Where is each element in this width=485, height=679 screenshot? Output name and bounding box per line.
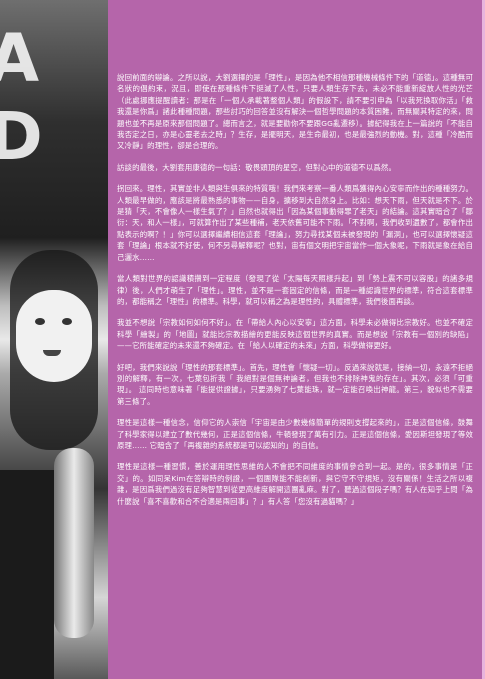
- cover-photo: AD: [0, 0, 108, 679]
- photo-eye-left: [35, 318, 45, 325]
- photo-arm: [54, 448, 94, 638]
- photo-face: [16, 290, 92, 382]
- paragraph: 理性是這樣一種信念，信仰它的人崇信「宇宙是由少數幾條簡單的規則支撐起來的」，正是…: [117, 418, 473, 450]
- photo-coat: [0, 470, 54, 679]
- paragraph: 好吧，我們來說說「理性的那套標準」。首先，理性會「懷疑一切」。反過來說就是，接納…: [117, 362, 473, 406]
- paragraph: 訪談的最後，大劉套用康德的一句話：敬畏頭頂的星空，但對心中的道德不以爲然。: [117, 162, 397, 172]
- shirt-print-graphic: AD: [0, 20, 45, 175]
- paragraph: 我並不想說「宗教如何如何不好」。在「帶給人內心以安寧」這方面，科學未必做得比宗教…: [117, 318, 473, 351]
- article-body: 說回前面的辯論。之所以說，大劉選擇的是「理性」，是因為他不相信那種機械條件下的「…: [117, 72, 473, 517]
- paragraph: 理性是這樣一種習慣，善於運用理性思維的人不會把不同維度的事情參合到一起。是的，很…: [117, 462, 473, 506]
- photo-eye-right: [62, 318, 72, 325]
- paragraph: 當人類對世界的認識積攢到一定程度（發現了從「太陽每天照樣升起」到「勢上震不可以容…: [117, 274, 473, 306]
- paragraph: 說回前面的辯論。之所以說，大劉選擇的是「理性」，是因為他不相信那種機械條件下的「…: [117, 73, 473, 151]
- paragraph: 拐回來。理性，其實並非人類與生俱來的特質哦！我們來考察一番人類爲獲得內心安寧而作…: [117, 184, 473, 262]
